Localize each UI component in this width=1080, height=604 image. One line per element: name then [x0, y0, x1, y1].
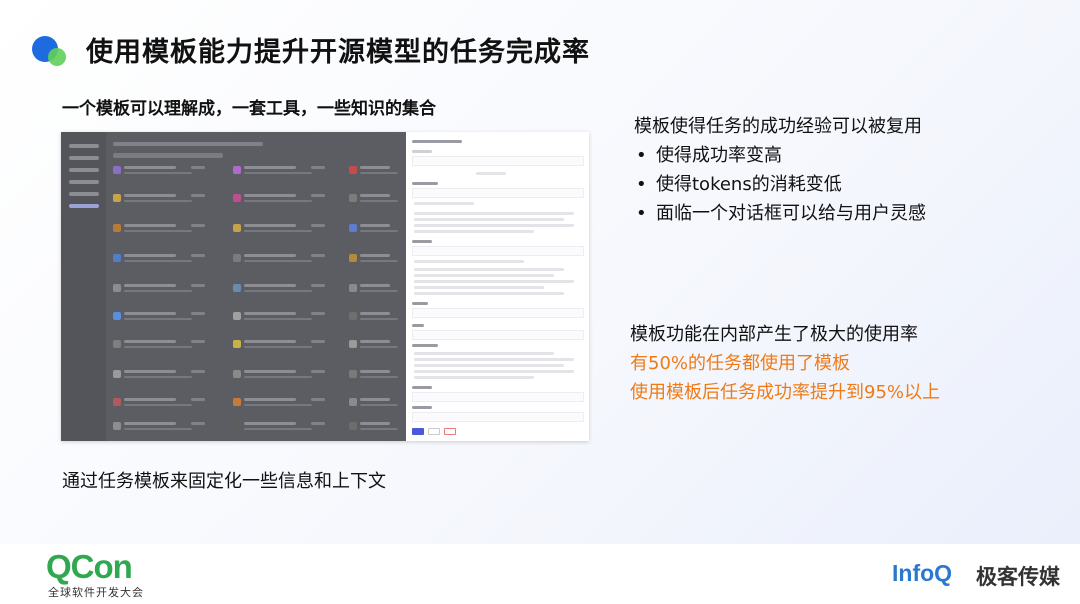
qcon-logo: QCon [46, 548, 133, 585]
template-screenshot [61, 132, 589, 441]
screenshot-template-list [61, 132, 406, 441]
success-rate-highlight: 使用模板后任务成功率提升到95%以上 [630, 382, 941, 403]
screenshot-caption: 通过任务模板来固定化一些信息和上下文 [62, 471, 386, 492]
bullet-icon: • [636, 203, 647, 224]
screenshot-sidebar [61, 132, 106, 441]
benefits-heading: 模板使得任务的成功经验可以被复用 [634, 116, 922, 137]
bullet-icon: • [636, 174, 647, 195]
benefits-list: • 使得成功率变高 • 使得tokens的消耗变低 • 面临一个对话框可以给与用户灵感 [634, 141, 926, 228]
usage-statement: 模板功能在内部产生了极大的使用率 [630, 324, 918, 345]
page-subtitle: 一个模板可以理解成，一套工具，一些知识的集合 [62, 99, 436, 119]
benefit-item: • 使得tokens的消耗变低 [634, 170, 926, 199]
bullet-icon: • [636, 145, 647, 166]
benefit-item: • 使得成功率变高 [634, 141, 926, 170]
page-title: 使用模板能力提升开源模型的任务完成率 [86, 37, 590, 68]
green-dot [48, 48, 66, 66]
infoq-brand-name: 极客传媒 [976, 565, 1060, 589]
infoq-logo: InfoQ [892, 560, 953, 586]
title-dots-icon [32, 36, 72, 76]
usage-rate-highlight: 有50%的任务都使用了模板 [630, 353, 851, 374]
benefit-item: • 面临一个对话框可以给与用户灵感 [634, 199, 926, 228]
screenshot-template-editor [406, 132, 589, 441]
qcon-tagline: 全球软件开发大会 [48, 586, 144, 599]
